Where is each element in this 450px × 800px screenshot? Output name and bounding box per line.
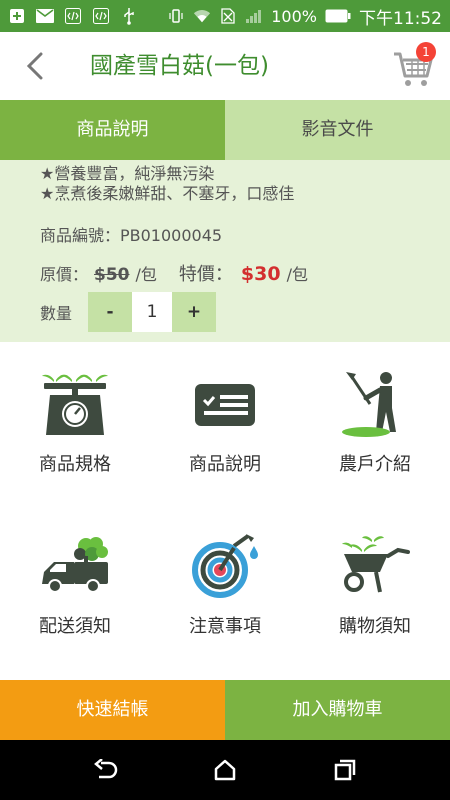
action-bar: 快速結帳 加入購物車 bbox=[0, 680, 450, 740]
signal-icon bbox=[245, 7, 263, 25]
original-price-label: 原價： bbox=[40, 265, 89, 284]
add-to-cart-button[interactable]: 加入購物車 bbox=[225, 680, 450, 740]
system-icons: 100% 下午11:52 bbox=[167, 4, 442, 29]
quantity-label: 數量 bbox=[40, 304, 73, 323]
usb-icon bbox=[120, 7, 138, 25]
app-header: 國產雪白菇(一包) 1 bbox=[0, 32, 450, 100]
notification-icons bbox=[8, 7, 138, 25]
mail-icon bbox=[36, 7, 54, 25]
grid-item-farmer[interactable]: 農戶介紹 bbox=[300, 342, 450, 502]
wifi-icon bbox=[193, 7, 211, 25]
battery-percent: 100% bbox=[271, 6, 317, 26]
grid-item-label: 配送須知 bbox=[39, 616, 111, 637]
cart-button[interactable]: 1 bbox=[392, 42, 438, 88]
code-icon bbox=[92, 7, 110, 25]
no-sim-icon bbox=[219, 7, 237, 25]
navigation-bar bbox=[0, 740, 450, 800]
sale-price: $30 bbox=[240, 263, 281, 285]
back-button[interactable] bbox=[20, 50, 50, 82]
tab-bar: 商品說明 影音文件 bbox=[0, 100, 450, 160]
sale-price-unit: /包 bbox=[286, 265, 308, 284]
price-row: 原價： $50 /包 特價： $30 /包 bbox=[40, 260, 308, 286]
grid-item-specs[interactable]: 商品規格 bbox=[0, 342, 150, 502]
tab-media-documents[interactable]: 影音文件 bbox=[225, 100, 450, 160]
status-bar: 100% 下午11:52 bbox=[0, 0, 450, 32]
nav-recents-button[interactable] bbox=[330, 755, 360, 785]
info-grid: 商品規格 商品說明 農戶介紹 配送須知 注意事項 購物須知 bbox=[0, 342, 450, 680]
description-card-icon bbox=[195, 384, 255, 426]
page-title: 國產雪白菇(一包) bbox=[90, 53, 269, 79]
chevron-left-icon bbox=[26, 52, 43, 80]
grid-item-label: 農戶介紹 bbox=[339, 454, 411, 475]
quantity-input[interactable]: 1 bbox=[132, 292, 172, 332]
tab-product-description[interactable]: 商品說明 bbox=[0, 100, 225, 160]
battery-icon bbox=[325, 7, 351, 25]
original-price: $50 bbox=[94, 265, 130, 285]
grid-item-label: 注意事項 bbox=[189, 616, 261, 637]
grid-item-delivery[interactable]: 配送須知 bbox=[0, 504, 150, 664]
description-line: ★烹煮後柔嫩鮮甜、不塞牙，口感佳 bbox=[40, 184, 295, 203]
quantity-plus-button[interactable]: + bbox=[172, 292, 216, 332]
scale-icon bbox=[42, 374, 108, 435]
plus-icon bbox=[8, 7, 26, 25]
sale-price-label: 特價： bbox=[178, 264, 233, 285]
wheelbarrow-icon bbox=[342, 536, 410, 593]
description-panel: ★營養豐富，純淨無污染 ★烹煮後柔嫩鮮甜、不塞牙，口感佳 商品編號：PB0100… bbox=[0, 160, 450, 342]
grid-item-label: 商品規格 bbox=[39, 454, 111, 475]
farmer-icon bbox=[342, 372, 396, 437]
nav-back-button[interactable] bbox=[91, 755, 121, 785]
recents-icon bbox=[334, 759, 356, 781]
product-code: 商品編號：PB01000045 bbox=[40, 226, 223, 245]
home-icon bbox=[214, 759, 236, 781]
nav-home-button[interactable] bbox=[210, 755, 240, 785]
code-icon bbox=[64, 7, 82, 25]
clock: 下午11:52 bbox=[359, 8, 442, 29]
grid-item-label: 購物須知 bbox=[339, 616, 411, 637]
quick-checkout-button[interactable]: 快速結帳 bbox=[0, 680, 225, 740]
grid-item-description[interactable]: 商品說明 bbox=[150, 342, 300, 502]
vibrate-icon bbox=[167, 7, 185, 25]
back-arrow-icon bbox=[94, 759, 118, 779]
hose-icon bbox=[192, 534, 258, 598]
grid-item-notes[interactable]: 注意事項 bbox=[150, 504, 300, 664]
cart-badge: 1 bbox=[416, 42, 436, 62]
delivery-truck-icon bbox=[42, 537, 108, 593]
grid-item-label: 商品說明 bbox=[189, 454, 261, 475]
quantity-stepper: 數量 - 1 + bbox=[40, 292, 216, 332]
grid-item-shopping-info[interactable]: 購物須知 bbox=[300, 504, 450, 664]
original-price-unit: /包 bbox=[135, 265, 157, 284]
quantity-minus-button[interactable]: - bbox=[88, 292, 132, 332]
